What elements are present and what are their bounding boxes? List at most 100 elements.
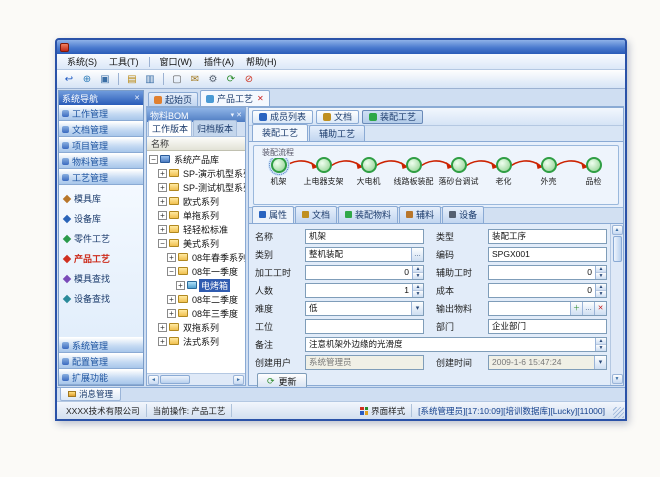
property-tab[interactable]: 装配物料: [338, 206, 398, 223]
menu-item[interactable]: 帮助(H): [240, 54, 283, 69]
expander-icon[interactable]: +: [167, 295, 176, 304]
expander-icon[interactable]: −: [149, 155, 158, 164]
headcount-field-input[interactable]: [306, 284, 412, 297]
nav-group-bar[interactable]: 配置管理: [59, 353, 143, 369]
scroll-left-icon[interactable]: [148, 375, 159, 385]
processing-hours-field[interactable]: ▲▼: [305, 265, 424, 280]
spin-down-icon[interactable]: ▼: [413, 273, 423, 279]
scroll-down-icon[interactable]: ▼: [596, 345, 606, 351]
bom-version-tab[interactable]: 归档版本: [193, 120, 237, 136]
flow-node[interactable]: 上电器支架: [301, 157, 346, 203]
type-field[interactable]: [488, 229, 607, 244]
sidebar-item[interactable]: 零件工艺: [64, 232, 143, 245]
spinner[interactable]: ▲▼: [412, 266, 423, 279]
close-icon[interactable]: ✕: [257, 94, 264, 103]
new-document-icon[interactable]: ▢: [169, 72, 185, 87]
menu-item[interactable]: 窗口(W): [154, 54, 199, 69]
expander-icon[interactable]: +: [158, 225, 167, 234]
tree-item[interactable]: +08年春季系列: [147, 250, 245, 264]
expander-icon[interactable]: +: [167, 309, 176, 318]
message-manager-tab[interactable]: 消息管理: [60, 388, 121, 401]
expander-icon[interactable]: +: [158, 323, 167, 332]
output-material-field[interactable]: ＋…✕: [488, 301, 607, 316]
globe-icon[interactable]: ⊕: [79, 72, 95, 87]
scroll-up-icon[interactable]: ▲: [596, 338, 606, 345]
workstation-field[interactable]: [305, 319, 424, 334]
sidebar-item[interactable]: 产品工艺: [64, 252, 143, 265]
refresh-icon[interactable]: ⟳: [223, 72, 239, 87]
menu-item[interactable]: 工具(T): [103, 54, 145, 69]
tree-item[interactable]: +SP-测试机型系列: [147, 180, 245, 194]
document-tab[interactable]: 产品工艺✕: [200, 90, 270, 106]
sidebar-item[interactable]: 模具查找: [64, 272, 143, 285]
expander-icon[interactable]: +: [167, 253, 176, 262]
flow-node[interactable]: 品检: [571, 157, 616, 203]
scrollbar-thumb[interactable]: [160, 375, 190, 384]
window-icon[interactable]: ▣: [97, 72, 113, 87]
nav-group-bar[interactable]: 系统管理: [59, 337, 143, 353]
folder-icon[interactable]: ▤: [124, 72, 140, 87]
tree-item[interactable]: +电烤箱: [147, 278, 245, 292]
scroll-right-icon[interactable]: [233, 375, 244, 385]
spin-up-icon[interactable]: ▲: [596, 284, 606, 291]
nav-group-bar[interactable]: 物料管理: [59, 153, 143, 169]
assembly-process-button[interactable]: 装配工艺: [362, 110, 423, 124]
code-field[interactable]: [488, 247, 607, 262]
process-tab[interactable]: 装配工艺: [252, 124, 308, 141]
spinner[interactable]: ▲▼: [412, 284, 423, 297]
workstation-field-input[interactable]: [306, 320, 423, 333]
expander-icon[interactable]: +: [158, 169, 167, 178]
spin-up-icon[interactable]: ▲: [596, 266, 606, 273]
mail-icon[interactable]: ✉: [187, 72, 203, 87]
menu-item[interactable]: 插件(A): [198, 54, 240, 69]
tree-item[interactable]: −美式系列: [147, 236, 245, 250]
spinner[interactable]: ▲▼: [595, 266, 606, 279]
scrollbar-thumb[interactable]: [613, 236, 622, 262]
documents-button[interactable]: 文档: [316, 110, 359, 124]
horizontal-scrollbar[interactable]: [147, 373, 245, 385]
code-field-input[interactable]: [489, 248, 606, 261]
chevron-down-icon[interactable]: ▾: [411, 302, 423, 315]
spin-down-icon[interactable]: ▼: [596, 273, 606, 279]
flow-node[interactable]: 线路板装配: [391, 157, 436, 203]
cost-field-input[interactable]: [489, 284, 595, 297]
window-titlebar[interactable]: [57, 40, 625, 54]
flow-node[interactable]: 机架: [256, 157, 301, 203]
flow-node[interactable]: 老化: [481, 157, 526, 203]
remarks-field[interactable]: ▲▼: [305, 337, 607, 352]
property-tab[interactable]: 属性: [252, 206, 294, 223]
auxiliary-hours-field-input[interactable]: [489, 266, 595, 279]
sidebar-item[interactable]: 模具库: [64, 192, 143, 205]
close-icon[interactable]: [236, 112, 242, 119]
vertical-scrollbar[interactable]: [610, 224, 623, 385]
chevron-down-icon[interactable]: ▾: [594, 356, 606, 369]
remarks-field-input[interactable]: [306, 338, 595, 351]
spin-down-icon[interactable]: ▼: [413, 291, 423, 297]
menu-item[interactable]: 系统(S): [61, 54, 103, 69]
bom-version-tab[interactable]: 工作版本: [148, 120, 192, 136]
name-field-input[interactable]: [306, 230, 423, 243]
scroll-down-icon[interactable]: [612, 374, 623, 384]
department-field[interactable]: [488, 319, 607, 334]
nav-group-bar[interactable]: 项目管理: [59, 137, 143, 153]
category-field-input[interactable]: [306, 248, 411, 261]
spin-up-icon[interactable]: ▲: [413, 284, 423, 291]
spin-down-icon[interactable]: ▼: [596, 291, 606, 297]
add-icon[interactable]: ＋: [570, 302, 582, 315]
spin-up-icon[interactable]: ▲: [413, 266, 423, 273]
expander-icon[interactable]: +: [176, 281, 185, 290]
expander-icon[interactable]: −: [158, 239, 167, 248]
tree-item[interactable]: −08年一季度: [147, 264, 245, 278]
output-material-field-input[interactable]: [489, 302, 570, 315]
stop-icon[interactable]: ⊘: [241, 72, 257, 87]
expander-icon[interactable]: +: [158, 211, 167, 220]
gear-icon[interactable]: ⚙: [205, 72, 221, 87]
resize-grip[interactable]: [613, 407, 624, 418]
difficulty-field[interactable]: ▾: [305, 301, 424, 316]
nav-group-bar[interactable]: 工艺管理: [59, 169, 143, 185]
nav-group-bar[interactable]: 扩展功能: [59, 369, 143, 385]
tree-item[interactable]: +欧式系列: [147, 194, 245, 208]
tree-item[interactable]: +08年三季度: [147, 306, 245, 320]
tree-item[interactable]: +轻轻松标准: [147, 222, 245, 236]
nav-group-bar[interactable]: 工作管理: [59, 105, 143, 121]
